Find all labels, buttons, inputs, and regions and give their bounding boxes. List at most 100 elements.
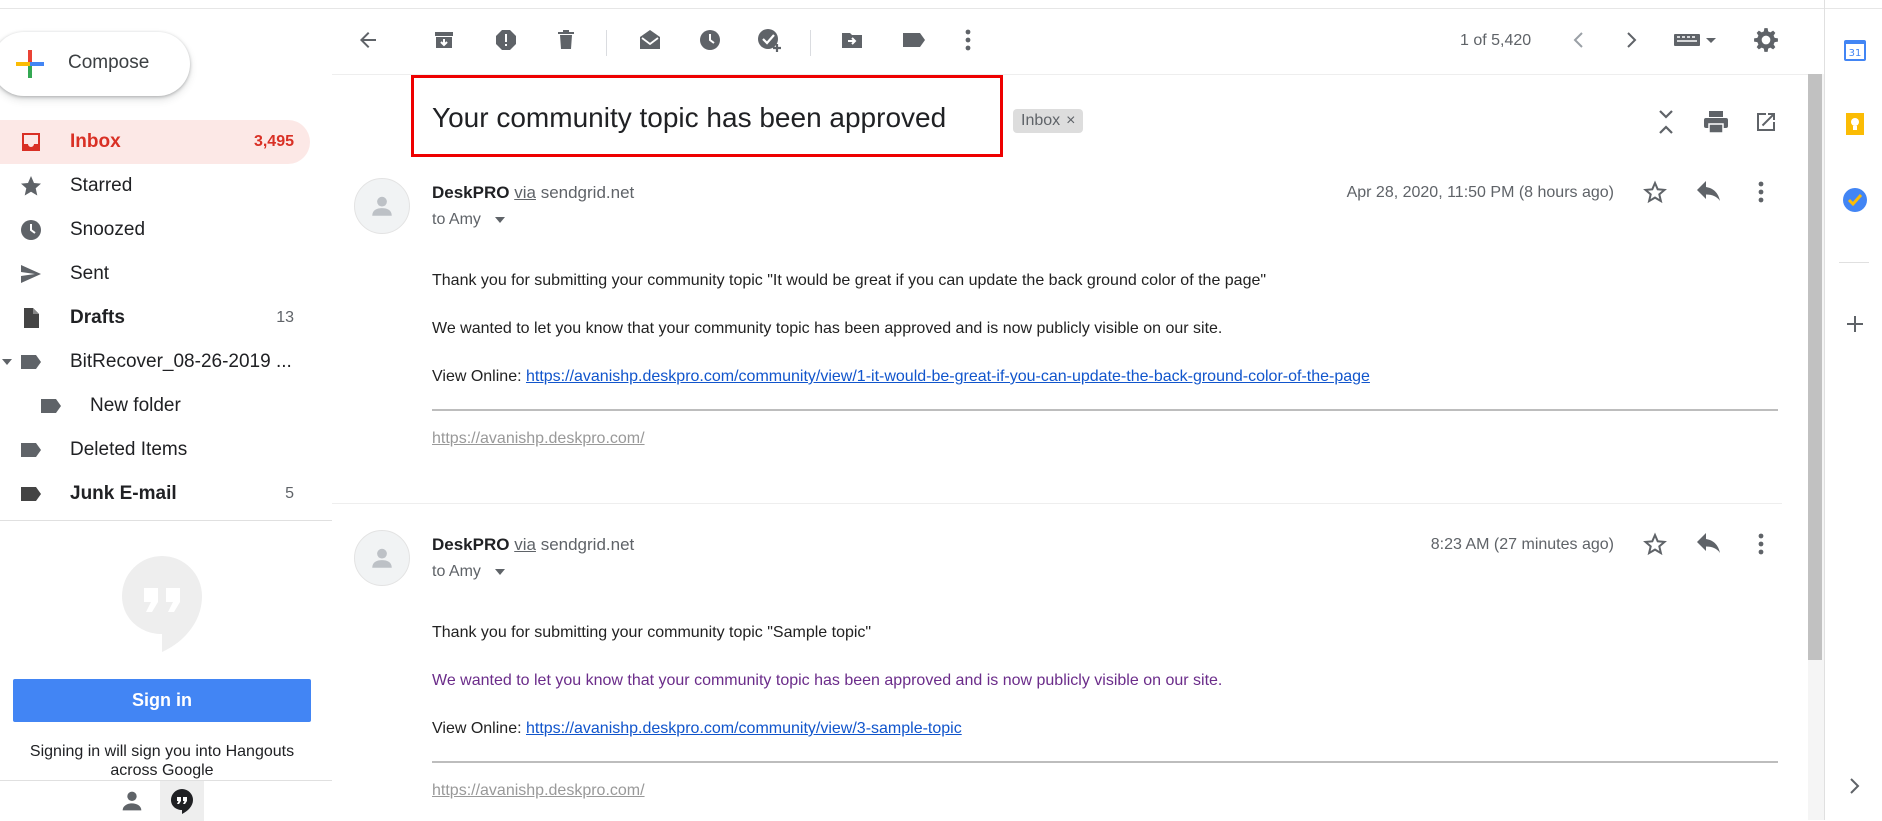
nav-item-new-folder[interactable]: New folder [0, 384, 332, 428]
add-addon-plus-icon[interactable] [1841, 310, 1869, 338]
sender-domain: sendgrid.net [540, 535, 635, 554]
nav-label: New folder [90, 395, 181, 416]
compose-label: Compose [68, 52, 150, 73]
reply-icon[interactable] [1692, 175, 1726, 209]
message-separator [332, 503, 1782, 504]
message-toolbar: 1 of 5,420 [332, 8, 1822, 74]
expand-caret-icon[interactable] [2, 359, 12, 365]
nav-label: BitRecover_08-26-2019 ... [70, 351, 292, 372]
nav-item-bitrecover[interactable]: BitRecover_08-26-2019 ... [0, 340, 332, 384]
nav-label: Deleted Items [70, 439, 188, 460]
thread-subject: Your community topic has been approved [432, 102, 947, 133]
show-details-dropdown-icon[interactable] [494, 569, 505, 575]
expand-panel-chevron-icon[interactable] [1841, 772, 1869, 800]
archive-icon[interactable] [426, 22, 462, 58]
show-details-dropdown-icon[interactable] [494, 217, 505, 223]
snooze-clock-icon[interactable] [692, 22, 728, 58]
recipient-line[interactable]: to Amy [432, 563, 505, 581]
report-spam-icon[interactable] [488, 22, 524, 58]
tasks-check-icon[interactable] [1841, 186, 1869, 214]
inbox-label-chip[interactable]: Inbox × [1013, 109, 1084, 133]
hangouts-sign-in-button[interactable]: Sign in [13, 679, 311, 722]
more-vert-icon[interactable] [1744, 175, 1778, 209]
sender-avatar[interactable] [354, 178, 410, 234]
reply-icon[interactable] [1692, 527, 1726, 561]
message-body-line: Thank you for submitting your community … [432, 272, 1267, 289]
nav-count: 5 [285, 485, 294, 502]
hangouts-sign-in-note: Signing in will sign you into Hangouts a… [29, 743, 295, 779]
open-in-new-window-icon[interactable] [1748, 104, 1784, 140]
label-tag-icon [38, 393, 64, 419]
more-vert-icon[interactable] [1744, 527, 1778, 561]
recipient-line[interactable]: to Amy [432, 211, 505, 229]
hangouts-quote-icon [122, 556, 202, 652]
sender-name[interactable]: DeskPRO [432, 183, 509, 202]
older-chevron-right-icon[interactable] [1614, 22, 1650, 58]
mark-as-unread-icon[interactable] [632, 22, 668, 58]
message-body-line: We wanted to let you know that your comm… [432, 320, 1223, 337]
message-date: Apr 28, 2020, 11:50 PM (8 hours ago) [1346, 184, 1614, 201]
hangouts-chat-tab[interactable] [160, 781, 204, 821]
message-2: DeskPRO via sendgrid.net to Amy 8:23 AM … [332, 512, 1782, 820]
nav-item-starred[interactable]: Starred [0, 164, 332, 208]
inbox-icon [18, 129, 44, 155]
nav-item-sent[interactable]: Sent [0, 252, 332, 296]
settings-gear-icon[interactable] [1748, 22, 1784, 58]
nav-item-drafts[interactable]: Drafts 13 [0, 296, 332, 340]
more-vert-icon[interactable] [950, 22, 986, 58]
view-online-label: View Online: [432, 368, 522, 385]
view-online-line: View Online: https://avanishp.deskpro.co… [432, 368, 1370, 386]
message-body-line: We wanted to let you know that your comm… [432, 672, 1223, 689]
recipient-text: to Amy [432, 211, 481, 228]
view-online-label: View Online: [432, 720, 522, 737]
footer-site-link[interactable]: https://avanishp.deskpro.com/ [432, 782, 645, 800]
recipient-text: to Amy [432, 563, 481, 580]
compose-button[interactable]: Compose [0, 32, 190, 96]
view-online-link[interactable]: https://avanishp.deskpro.com/community/v… [526, 368, 1370, 385]
pagination-count: 1 of 5,420 [1460, 32, 1532, 49]
message-date: 8:23 AM (27 minutes ago) [1430, 536, 1614, 553]
footer-site-link[interactable]: https://avanishp.deskpro.com/ [432, 430, 645, 448]
scrollbar-thumb[interactable] [1808, 74, 1822, 660]
input-tools-keyboard-icon[interactable] [1670, 22, 1720, 58]
draft-file-icon [18, 305, 44, 331]
toolbar-divider [810, 30, 811, 56]
print-icon[interactable] [1698, 104, 1734, 140]
back-arrow-icon[interactable] [350, 22, 386, 58]
via-link[interactable]: via [514, 535, 536, 554]
nav-item-snoozed[interactable]: Snoozed [0, 208, 332, 252]
contacts-person-icon[interactable] [118, 787, 146, 815]
star-outline-icon[interactable] [1638, 175, 1672, 209]
nav-label: Inbox [70, 131, 121, 152]
nav-label: Drafts [70, 307, 125, 328]
sender-avatar[interactable] [354, 530, 410, 586]
newer-chevron-left-icon[interactable] [1560, 22, 1596, 58]
sender-name[interactable]: DeskPRO [432, 535, 509, 554]
nav-item-inbox[interactable]: Inbox 3,495 [0, 120, 310, 164]
via-link[interactable]: via [514, 183, 536, 202]
view-online-link[interactable]: https://avanishp.deskpro.com/community/v… [526, 720, 962, 737]
nav-list: Inbox 3,495 Starred Snoozed Sent Drafts … [0, 120, 332, 516]
sender-line: DeskPRO via sendgrid.net [432, 535, 634, 555]
keep-bulb-icon[interactable] [1841, 110, 1869, 138]
remove-label-icon[interactable]: × [1066, 109, 1075, 133]
compose-plus-icon [16, 50, 44, 78]
person-placeholder-icon [372, 196, 392, 216]
move-to-icon[interactable] [834, 22, 870, 58]
side-panel: 31 [1824, 0, 1882, 820]
collapse-all-icon[interactable] [1648, 104, 1684, 140]
calendar-icon[interactable]: 31 [1841, 36, 1869, 64]
label-icon[interactable] [896, 22, 932, 58]
quote-divider [432, 761, 1778, 763]
trash-icon[interactable] [548, 22, 584, 58]
star-outline-icon[interactable] [1638, 527, 1672, 561]
add-to-tasks-icon[interactable] [752, 22, 788, 58]
nav-label: Sent [70, 263, 110, 284]
nav-item-junk-email[interactable]: Junk E-mail 5 [0, 472, 332, 516]
sidebar-divider [0, 520, 332, 521]
nav-label: Snoozed [70, 219, 146, 240]
nav-count: 3,495 [253, 133, 294, 150]
toolbar-divider [606, 30, 607, 56]
nav-item-deleted-items[interactable]: Deleted Items [0, 428, 332, 472]
hangouts-chat-icon [171, 789, 193, 814]
